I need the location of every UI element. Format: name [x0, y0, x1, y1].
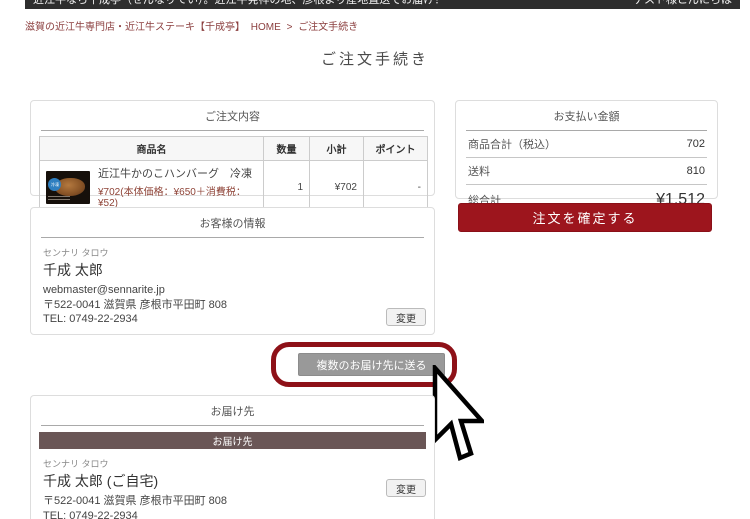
multi-address-button[interactable]: 複数のお届け先に送る — [298, 353, 445, 376]
item-points: - — [364, 161, 428, 214]
customer-name: 千成 太郎 — [43, 260, 422, 280]
delivery-address: 〒522-0041 滋賀県 彦根市平田町 808 — [43, 494, 422, 509]
confirm-order-button[interactable]: 注文を確定する — [458, 203, 712, 232]
order-items-table: 商品名 数量 小計 ポイント 冷凍 — [39, 136, 428, 214]
delivery-panel: お届け先 お届け先 センナリ タロウ 千成 太郎 (ご自宅) 〒522-0041… — [30, 395, 435, 519]
breadcrumb-home-link[interactable]: HOME — [251, 22, 281, 33]
customer-kana: センナリ タロウ — [43, 246, 422, 259]
customer-info-title: お客様の情報 — [41, 208, 424, 238]
col-header-subtotal: 小計 — [310, 137, 364, 161]
payment-row-shipping: 送料 810 — [466, 158, 707, 185]
checkout-page: 近江牛なら千成亭（せんなりてい）。近江牛発祥の地、彦根より産地直送でお届け！ ゲ… — [0, 0, 750, 519]
customer-address: 〒522-0041 滋賀県 彦根市平田町 808 — [43, 298, 422, 313]
delivery-tel: TEL: 0749-22-2934 — [43, 509, 422, 519]
item-subtotal: ¥702 — [310, 161, 364, 214]
site-topbar: 近江牛なら千成亭（せんなりてい）。近江牛発祥の地、彦根より産地直送でお届け！ ゲ… — [25, 0, 740, 9]
product-name: 近江牛かのこハンバーグ 冷凍 — [98, 165, 257, 181]
product-price: ¥702(本体価格：¥650＋消費税：¥52) — [98, 183, 257, 209]
customer-email: webmaster@sennarite.jp — [43, 283, 422, 298]
order-contents-panel: ご注文内容 商品名 数量 小計 ポイント 冷凍 — [30, 100, 435, 196]
delivery-name: 千成 太郎 (ご自宅) — [43, 471, 422, 491]
product-thumbnail: 冷凍 — [46, 171, 90, 204]
order-table-header-row: 商品名 数量 小計 ポイント — [40, 137, 428, 161]
page-title: ご注文手続き — [0, 48, 750, 69]
breadcrumb: 滋賀の近江牛専門店・近江牛ステーキ【千成亭】 HOME > ご注文手続き — [25, 18, 361, 33]
thumbnail-caption-lines — [48, 196, 70, 202]
delivery-destination-bar: お届け先 — [39, 432, 426, 449]
breadcrumb-separator: > — [287, 22, 293, 33]
delivery-change-button[interactable]: 変更 — [386, 479, 426, 497]
frozen-badge-icon: 冷凍 — [48, 178, 61, 191]
site-tagline: 近江牛なら千成亭（せんなりてい）。近江牛発祥の地、彦根より産地直送でお届け！ — [33, 0, 445, 9]
col-header-points: ポイント — [364, 137, 428, 161]
item-quantity: 1 — [264, 161, 310, 214]
payment-row-item-total: 商品合計（税込） 702 — [466, 131, 707, 158]
guest-greeting: ゲスト様こんにちは — [633, 0, 732, 9]
item-total-label: 商品合計（税込） — [468, 136, 556, 152]
col-header-product: 商品名 — [40, 137, 264, 161]
cursor-arrow-icon — [430, 365, 484, 465]
delivery-kana: センナリ タロウ — [43, 457, 422, 470]
shipping-fee-label: 送料 — [468, 163, 490, 179]
order-contents-title: ご注文内容 — [41, 101, 424, 131]
payment-panel: お支払い金額 商品合計（税込） 702 送料 810 総合計 ¥1,512 — [455, 100, 718, 199]
delivery-title: お届け先 — [41, 396, 424, 426]
payment-title: お支払い金額 — [466, 101, 707, 131]
order-item-row: 冷凍 近江牛かのこハンバーグ 冷凍 ¥702(本体価格：¥650＋消費税：¥52… — [40, 161, 428, 214]
customer-change-button[interactable]: 変更 — [386, 308, 426, 326]
breadcrumb-site-link[interactable]: 滋賀の近江牛専門店・近江牛ステーキ【千成亭】 — [25, 22, 245, 33]
customer-info-panel: お客様の情報 センナリ タロウ 千成 太郎 webmaster@sennarit… — [30, 207, 435, 335]
customer-tel: TEL: 0749-22-2934 — [43, 312, 422, 327]
col-header-qty: 数量 — [264, 137, 310, 161]
breadcrumb-current: ご注文手続き — [298, 22, 358, 33]
item-total-value: 702 — [687, 138, 705, 150]
shipping-fee-value: 810 — [687, 165, 705, 177]
